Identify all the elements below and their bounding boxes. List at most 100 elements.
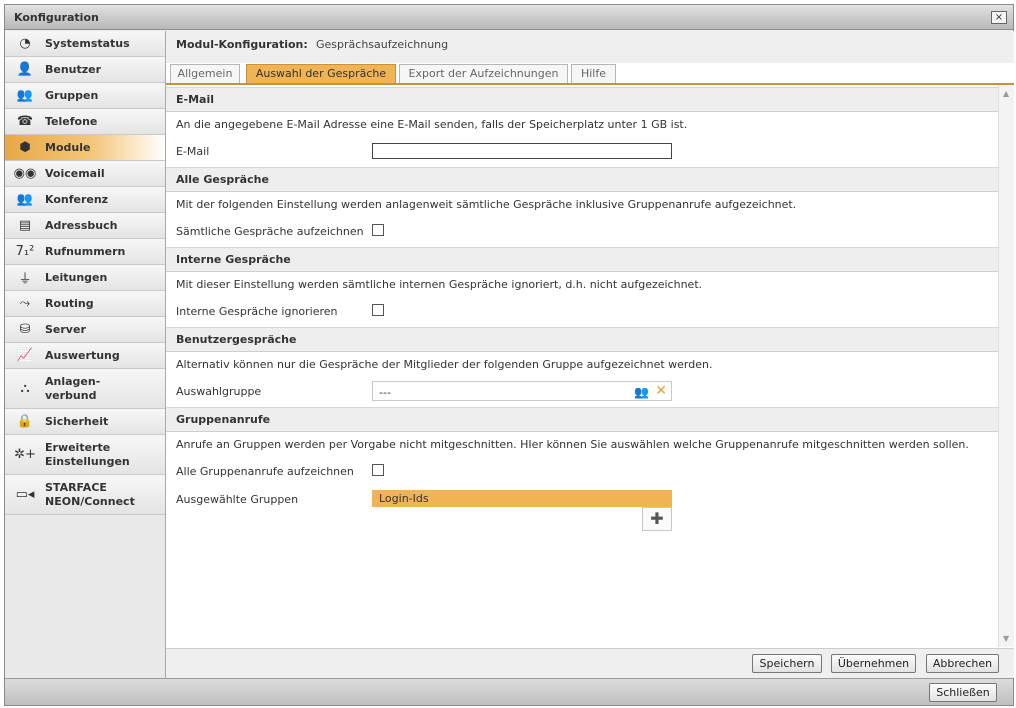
sidebar-item-label: Benutzer (45, 62, 102, 76)
email-field-label: E-Mail (176, 145, 210, 158)
section-email-header: E-Mail (166, 87, 998, 112)
section-title: Alle Gespräche (176, 173, 269, 186)
add-group-button[interactable]: ✚ (642, 507, 672, 531)
section-title: E-Mail (176, 93, 214, 106)
sidebar-item-leitungen[interactable]: ⏚ Leitungen (5, 265, 165, 291)
panel-footer: Speichern Übernehmen Abbrechen (166, 648, 1014, 678)
title-bar: Konfiguration × (5, 5, 1013, 30)
sidebar-item-voicemail[interactable]: ◉◉ Voicemail (5, 161, 165, 187)
gear-plus-icon: ✲+ (14, 447, 36, 462)
section-title: Benutzergespräche (176, 333, 297, 346)
sidebar-item-label: Adressbuch (45, 218, 118, 232)
record-all-group-calls-checkbox[interactable] (372, 464, 384, 476)
sidebar-item-sicherheit[interactable]: 🔒 Sicherheit (5, 409, 165, 435)
telephone-icon: ☎ (16, 114, 34, 129)
record-all-calls-checkbox[interactable] (372, 224, 384, 236)
selection-group-value: --- (379, 386, 391, 399)
tab-hilfe[interactable]: Hilfe (571, 64, 616, 83)
tab-auswahl-der-gespraeche[interactable]: Auswahl der Gespräche (246, 64, 396, 83)
module-header: Modul-Konfiguration: Gesprächsaufzeichnu… (166, 31, 1014, 63)
close-icon[interactable]: × (991, 11, 1007, 24)
lock-icon: 🔒 (16, 414, 34, 429)
section-all-calls-description: Mit der folgenden Einstellung werden anl… (176, 198, 797, 211)
sidebar-item-routing[interactable]: ⤳ Routing (5, 291, 165, 317)
window-footer: Schließen (5, 678, 1013, 705)
section-email-description: An die angegebene E-Mail Adresse eine E-… (176, 118, 688, 131)
save-button[interactable]: Speichern (752, 654, 822, 673)
tab-allgemein[interactable]: Allgemein (170, 64, 240, 83)
selection-group-select[interactable]: --- 👥 ✕ (372, 381, 672, 401)
section-internal-calls-header: Interne Gespräche (166, 247, 998, 272)
sidebar: ◔ Systemstatus 👤 Benutzer 👥 Gruppen ☎ Te… (5, 31, 166, 678)
sidebar-item-label: Routing (45, 296, 94, 310)
tab-export-der-aufzeichnungen[interactable]: Export der Aufzeichnungen (399, 64, 568, 83)
sidebar-item-label: Telefone (45, 114, 98, 128)
sidebar-item-module[interactable]: ⬢ Module (5, 135, 165, 161)
selected-groups-label: Ausgewählte Gruppen (176, 493, 299, 506)
section-user-calls-header: Benutzergespräche (166, 327, 998, 352)
selection-group-label: Auswahlgruppe (176, 385, 262, 398)
sidebar-item-label: Konferenz (45, 192, 109, 206)
selected-groups-list-item[interactable]: Login-Ids (372, 490, 672, 507)
plug-icon: ⏚ (18, 272, 32, 287)
window-title: Konfiguration (14, 11, 99, 24)
sidebar-item-label: Voicemail (45, 166, 105, 180)
group-icon: 👥 (16, 88, 34, 103)
main-content: Modul-Konfiguration: Gesprächsaufzeichnu… (166, 31, 1014, 678)
vertical-scrollbar[interactable]: ▲ ▼ (998, 85, 1014, 647)
sidebar-item-gruppen[interactable]: 👥 Gruppen (5, 83, 165, 109)
sidebar-item-konferenz[interactable]: 👥 Konferenz (5, 187, 165, 213)
sidebar-item-label: Erweiterte Einstellungen (45, 440, 130, 468)
section-all-calls-header: Alle Gespräche (166, 167, 998, 192)
sidebar-item-systemstatus[interactable]: ◔ Systemstatus (5, 31, 165, 57)
apply-button[interactable]: Übernehmen (831, 654, 916, 673)
sidebar-item-label: Server (45, 322, 86, 336)
sidebar-item-anlagenverbund[interactable]: ⛬ Anlagen- verbund (5, 369, 165, 409)
routing-icon: ⤳ (19, 296, 31, 311)
sidebar-item-starface-neon-connect[interactable]: ▭◂ STARFACE NEON/Connect (5, 475, 165, 515)
cube-icon: ⬢ (19, 140, 31, 155)
record-all-group-calls-label: Alle Gruppenanrufe aufzeichnen (176, 465, 354, 478)
ignore-internal-calls-checkbox[interactable] (372, 304, 384, 316)
scroll-up-icon[interactable]: ▲ (1003, 89, 1009, 98)
sidebar-item-auswertung[interactable]: 📈 Auswertung (5, 343, 165, 369)
sidebar-item-label: Leitungen (45, 270, 108, 284)
sidebar-item-label: Module (45, 140, 91, 154)
sidebar-item-telefone[interactable]: ☎ Telefone (5, 109, 165, 135)
line-chart-icon: 📈 (16, 348, 34, 363)
sidebar-item-server[interactable]: ⛁ Server (5, 317, 165, 343)
address-book-icon: ▤ (18, 218, 32, 233)
select-group-icon[interactable]: 👥 (634, 385, 649, 399)
section-group-calls-header: Gruppenanrufe (166, 407, 998, 432)
section-title: Interne Gespräche (176, 253, 291, 266)
video-camera-icon: ▭◂ (15, 487, 35, 502)
sidebar-item-benutzer[interactable]: 👤 Benutzer (5, 57, 165, 83)
sidebar-item-label: STARFACE NEON/Connect (45, 480, 135, 508)
section-group-calls-description: Anrufe an Gruppen werden per Vorgabe nic… (176, 438, 969, 451)
module-title-label: Modul-Konfiguration: (176, 38, 308, 51)
section-user-calls-description: Alternativ können nur die Gespräche der … (176, 358, 713, 371)
sidebar-item-label: Auswertung (45, 348, 120, 362)
section-internal-calls-description: Mit dieser Einstellung werden sämtliche … (176, 278, 703, 291)
sidebar-item-label: Anlagen- verbund (45, 374, 101, 402)
sidebar-item-label: Sicherheit (45, 414, 109, 428)
email-field[interactable] (372, 143, 672, 159)
numbers-icon: 7₁² (15, 244, 35, 259)
sidebar-item-label: Gruppen (45, 88, 99, 102)
cancel-button[interactable]: Abbrechen (926, 654, 999, 673)
server-icon: ⛁ (19, 322, 31, 337)
clear-icon[interactable]: ✕ (655, 383, 667, 399)
selected-group-label: Login-Ids (379, 492, 429, 505)
scroll-down-icon[interactable]: ▼ (1003, 634, 1009, 643)
sidebar-item-erweiterte-einstellungen[interactable]: ✲+ Erweiterte Einstellungen (5, 435, 165, 475)
sidebar-item-rufnummern[interactable]: 7₁² Rufnummern (5, 239, 165, 265)
user-icon: 👤 (16, 62, 34, 77)
conference-icon: 👥 (16, 192, 34, 207)
sidebar-item-label: Systemstatus (45, 36, 130, 50)
close-button[interactable]: Schließen (929, 683, 997, 702)
pie-chart-icon: ◔ (19, 36, 31, 51)
sidebar-item-adressbuch[interactable]: ▤ Adressbuch (5, 213, 165, 239)
voicemail-icon: ◉◉ (13, 166, 37, 181)
section-title: Gruppenanrufe (176, 413, 271, 426)
network-icon: ⛬ (20, 381, 30, 396)
